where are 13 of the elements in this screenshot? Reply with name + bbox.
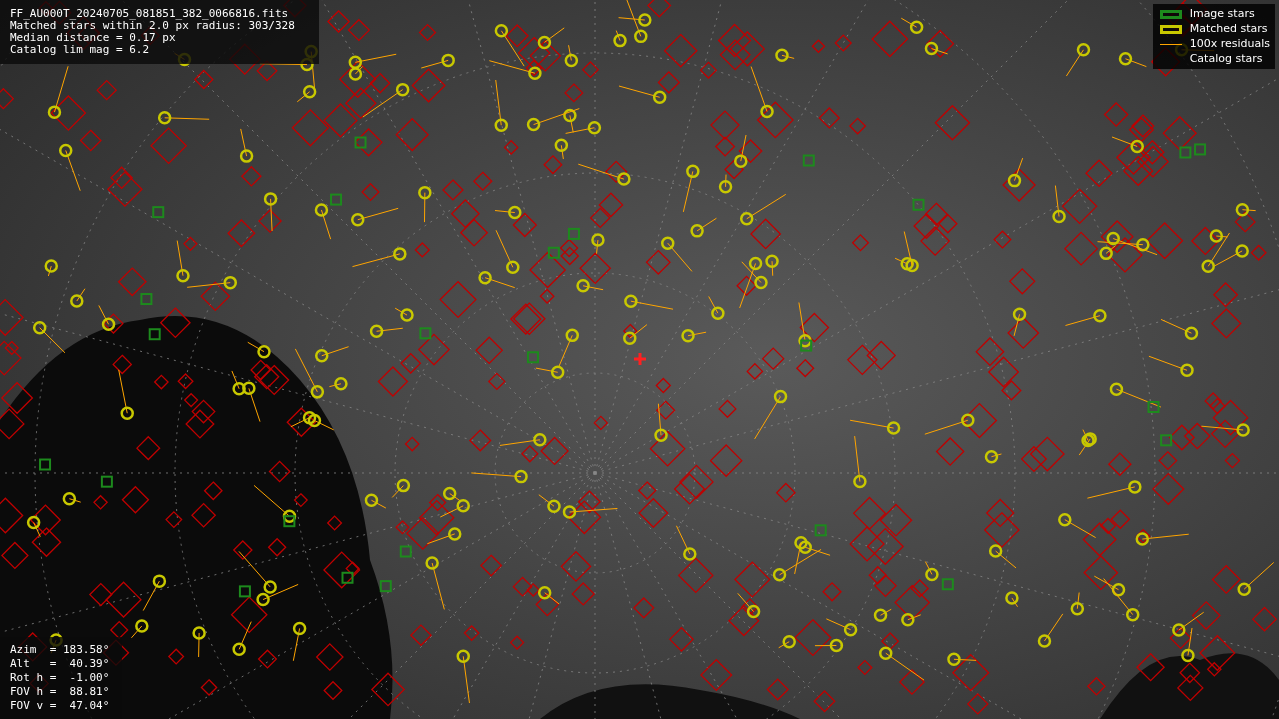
- info-text: FF_AU000T_20240705_081851_382_0066816.fits: [10, 8, 290, 20]
- info-text: Matched stars within 2.0 px radius: 303/328: [10, 20, 296, 32]
- pointing-text: Rot h = -1.00°: [10, 671, 111, 685]
- pointing-text: Azim = 183.58°: [10, 643, 111, 657]
- pointing-text: FOV h = 88.81°: [10, 685, 111, 699]
- legend-label: Image stars: [1189, 7, 1255, 21]
- legend-label: 100x residuals: [1189, 37, 1270, 51]
- pointing-text: FOV v = 47.04°: [10, 699, 111, 713]
- legend-label: Matched stars: [1189, 22, 1268, 36]
- info-text: Catalog lim mag = 6.2: [10, 44, 151, 56]
- legend-label: Catalog stars: [1189, 52, 1263, 66]
- info-text: Median distance = 0.17 px: [10, 32, 177, 44]
- pointing-text: Alt = 40.39°: [10, 657, 111, 671]
